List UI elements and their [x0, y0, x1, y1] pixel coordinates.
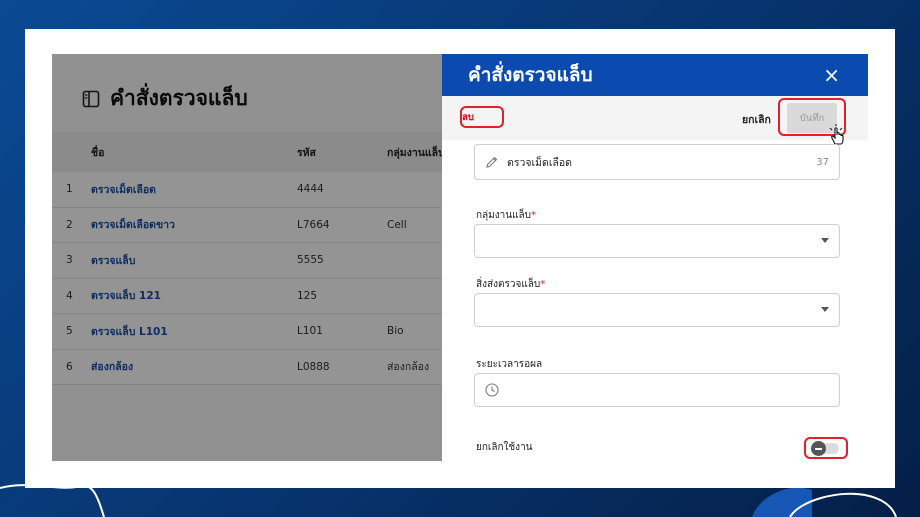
send-to-select[interactable]	[474, 293, 840, 327]
toggle-knob	[811, 441, 826, 456]
pencil-icon	[486, 156, 498, 168]
inactive-toggle-highlight	[804, 437, 848, 459]
cancel-button[interactable]: ยกเลิก	[742, 111, 771, 128]
wait-time-input[interactable]	[474, 373, 840, 407]
delete-button[interactable]: ลบ	[462, 110, 474, 125]
wait-time-label: ระยะเวลารอผล	[476, 359, 543, 370]
name-field-value: ตรวจเม็ดเลือด	[507, 156, 572, 169]
chevron-down-icon	[821, 238, 829, 243]
lab-group-select[interactable]	[474, 224, 840, 258]
send-to-label: สิ่งส่งตรวจแล็บ*	[476, 279, 546, 290]
name-field[interactable]: ตรวจเม็ดเลือด 37	[474, 144, 840, 180]
inactive-label: ยกเลิกใช้งาน	[476, 442, 533, 453]
modal-backdrop[interactable]	[52, 54, 442, 461]
drawer-toolbar: ลบ ยกเลิก บันทึก	[442, 96, 868, 145]
lab-group-label: กลุ่มงานแล็บ*	[476, 210, 537, 221]
drawer-header: คำสั่งตรวจแล็บ ×	[442, 54, 868, 96]
close-icon[interactable]: ×	[823, 65, 840, 85]
drawer-title: คำสั่งตรวจแล็บ	[468, 64, 593, 86]
clock-icon	[485, 383, 499, 397]
chevron-down-icon	[821, 307, 829, 312]
app-screen: คำสั่งตรวจแล็บ ชื่อ รหัส กลุ่มงานแล็บ 1 …	[52, 54, 868, 461]
required-mark: *	[531, 210, 537, 221]
inactive-toggle[interactable]	[811, 441, 839, 456]
edit-drawer: คำสั่งตรวจแล็บ × ลบ ยกเลิก บันทึก ตรวจเม…	[442, 54, 868, 461]
character-counter: 37	[816, 156, 829, 168]
required-mark: *	[540, 279, 546, 290]
hand-pointer-icon	[829, 124, 844, 145]
